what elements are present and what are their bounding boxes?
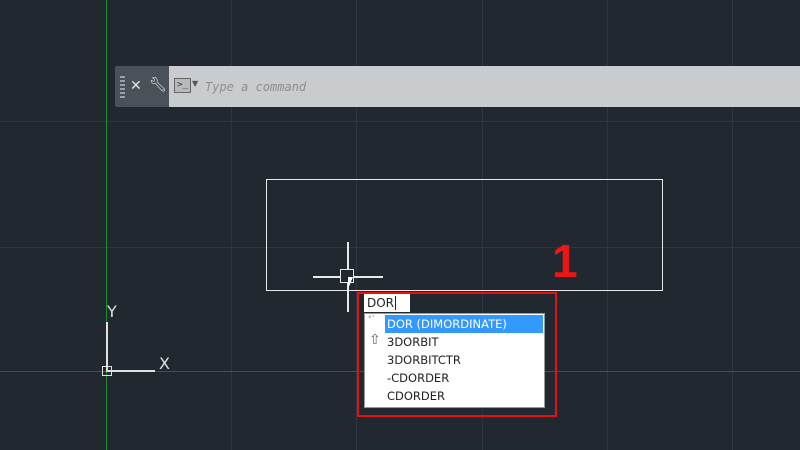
dynamic-input-field[interactable]: DOR [364, 294, 410, 312]
ucs-y-label: Y [107, 302, 117, 321]
autocomplete-item[interactable]: 3DORBIT [385, 333, 543, 351]
orbit-icon: ⇧ [369, 332, 381, 348]
autocomplete-item[interactable]: DOR (DIMORDINATE) [385, 315, 543, 333]
autocomplete-item[interactable]: 3DORBITCTR [385, 351, 543, 369]
autocomplete-item[interactable]: -CDORDER [385, 369, 543, 387]
command-line-handle[interactable]: ✕ 🔧︎ [115, 66, 169, 107]
command-prompt-icon[interactable]: >_ [174, 78, 191, 93]
command-input[interactable] [203, 74, 767, 100]
wrench-icon[interactable]: 🔧︎ [149, 78, 167, 92]
ucs-x-label: X [159, 354, 170, 373]
grip-handle-icon[interactable] [120, 76, 125, 98]
close-icon[interactable]: ✕ [130, 79, 142, 93]
mouse-pointer-icon [348, 277, 358, 289]
typed-text: DOR [367, 296, 395, 310]
chevron-down-icon[interactable]: ▼ [192, 79, 198, 88]
command-line: ✕ 🔧︎ >_ ▼ [115, 66, 800, 107]
step-number-annotation: 1 [552, 235, 578, 287]
grid-line [0, 121, 800, 122]
ucs-icon: Y X [100, 300, 180, 380]
dimordinate-icon: °˟ [368, 315, 375, 323]
autocomplete-item[interactable]: CDORDER [385, 387, 543, 405]
y-axis-line [106, 0, 107, 450]
autocomplete-list: °˟ ⇧ DOR (DIMORDINATE) 3DORBIT 3DORBITCT… [364, 313, 545, 408]
